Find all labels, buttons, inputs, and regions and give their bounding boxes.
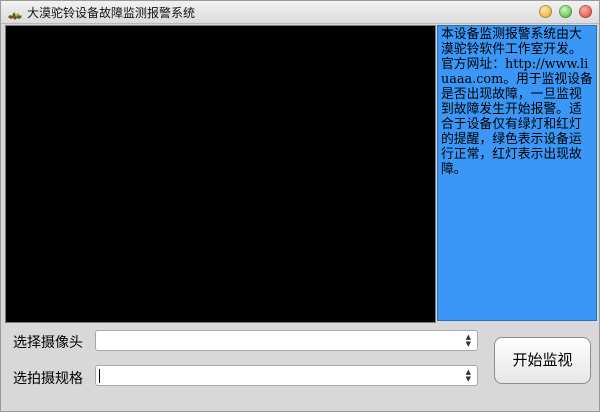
close-button[interactable]	[579, 5, 592, 18]
title-bar[interactable]: 大漠驼铃设备故障监测报警系统	[1, 1, 599, 24]
maximize-button[interactable]	[559, 5, 572, 18]
camera-select[interactable]: ▲ ▼	[95, 330, 478, 351]
updown-arrow-icon: ▲ ▼	[465, 333, 471, 348]
spec-label: 选拍摄规格	[13, 371, 83, 387]
app-window: 大漠驼铃设备故障监测报警系统 本设备监测报警系统由大漠驼铃软件工作室开发。官方网…	[0, 0, 600, 412]
start-monitor-button[interactable]: 开始监视	[494, 337, 591, 384]
info-panel: 本设备监测报警系统由大漠驼铃软件工作室开发。官方网址：http://www.li…	[437, 25, 597, 321]
updown-arrow-icon: ▲ ▼	[465, 368, 471, 383]
info-text: 本设备监测报警系统由大漠驼铃软件工作室开发。官方网址：http://www.li…	[441, 27, 593, 177]
text-caret	[99, 369, 100, 383]
spec-select[interactable]: ▲ ▼	[95, 365, 478, 386]
window-title: 大漠驼铃设备故障监测报警系统	[27, 6, 196, 20]
camel-icon	[7, 6, 23, 20]
minimize-button[interactable]	[539, 5, 552, 18]
camera-label: 选择摄像头	[13, 335, 83, 351]
video-preview	[5, 25, 436, 323]
